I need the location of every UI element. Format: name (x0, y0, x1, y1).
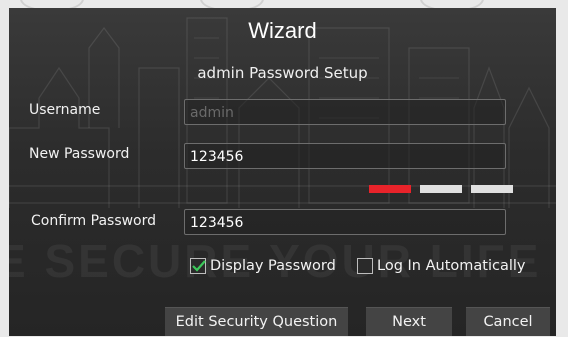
checkbox-checked-icon (190, 258, 206, 274)
dialog-title: Wizard (248, 18, 317, 43)
next-button[interactable]: Next (366, 307, 452, 336)
display-password-checkbox[interactable]: Display Password (190, 258, 336, 274)
password-strength-bar-1 (369, 185, 411, 193)
checkbox-unchecked-icon (357, 258, 373, 274)
confirm-password-field[interactable]: 123456 (184, 209, 506, 235)
edit-security-question-button[interactable]: Edit Security Question (165, 307, 348, 336)
new-password-label: New Password (29, 146, 130, 162)
wizard-dialog: E SECURE YOUR LIFE Wizard admin Password… (9, 8, 556, 336)
username-label: Username (29, 102, 101, 118)
dialog-subtitle: admin Password Setup (197, 64, 368, 82)
password-strength-bar-3 (471, 185, 513, 193)
password-strength-bar-2 (420, 185, 462, 193)
log-in-automatically-checkbox[interactable]: Log In Automatically (357, 258, 525, 274)
new-password-field[interactable]: 123456 (184, 143, 506, 169)
log-in-automatically-label: Log In Automatically (377, 258, 526, 274)
cancel-button[interactable]: Cancel (466, 307, 550, 336)
username-field: admin (184, 99, 506, 125)
confirm-password-label: Confirm Password (31, 213, 157, 229)
display-password-label: Display Password (210, 258, 336, 274)
